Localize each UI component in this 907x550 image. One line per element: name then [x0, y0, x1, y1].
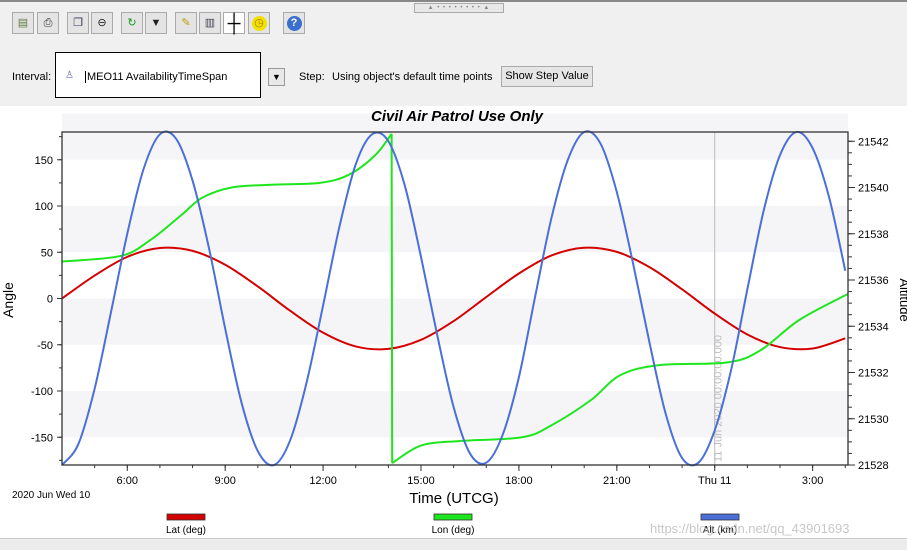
legend-swatch — [700, 513, 740, 521]
x-tick-label: 15:00 — [407, 475, 435, 487]
y-tick-label: 100 — [35, 201, 53, 213]
y-tick-label: -50 — [37, 340, 53, 352]
grid-band — [62, 206, 848, 253]
legend-label: Lon (deg) — [432, 525, 475, 536]
y-tick-label: -150 — [31, 432, 53, 444]
y-tick-label: 0 — [47, 294, 53, 306]
y2-tick-label: 21538 — [858, 229, 889, 241]
x-axis-label: Time (UTCG) — [409, 490, 498, 507]
x-tick-label: 21:00 — [603, 475, 631, 487]
x-tick-label: 9:00 — [214, 475, 235, 487]
x-tick-label: 6:00 — [117, 475, 138, 487]
y2-tick-label: 21540 — [858, 183, 889, 195]
legend-swatch — [433, 513, 473, 521]
y-axis-label: Angle — [0, 282, 16, 318]
chart-title: Civil Air Patrol Use Only — [371, 108, 544, 125]
time-marker-label: 11 Jun 2020 00:00:00.000 — [713, 335, 725, 462]
x-tick-label: 12:00 — [309, 475, 337, 487]
y2-axis-label: Altitude — [897, 278, 907, 321]
y-tick-label: 150 — [35, 155, 53, 167]
y2-tick-label: 21528 — [858, 460, 889, 472]
x-start-label: 2020 Jun Wed 10 — [12, 490, 91, 501]
legend-swatch — [166, 513, 206, 521]
y2-tick-label: 21534 — [858, 321, 889, 333]
y2-tick-label: 21536 — [858, 275, 889, 287]
y2-tick-label: 21542 — [858, 136, 889, 148]
grid-band — [62, 298, 848, 345]
x-tick-label: 3:00 — [802, 475, 823, 487]
y-tick-label: 50 — [41, 247, 53, 259]
y2-tick-label: 21532 — [858, 368, 889, 380]
bottom-bar — [0, 538, 907, 550]
x-tick-label: Thu 11 — [698, 475, 731, 487]
y2-tick-label: 21530 — [858, 414, 889, 426]
x-tick-label: 18:00 — [505, 475, 533, 487]
line-chart: Civil Air Patrol Use Only 11 Jun 2020 00:… — [0, 108, 907, 536]
legend-label: Lat (deg) — [166, 525, 206, 536]
y-tick-label: -100 — [31, 386, 53, 398]
watermark: https://blog.csdn.net/qq_43901693 — [650, 521, 850, 536]
series-wrap-line — [390, 133, 394, 464]
